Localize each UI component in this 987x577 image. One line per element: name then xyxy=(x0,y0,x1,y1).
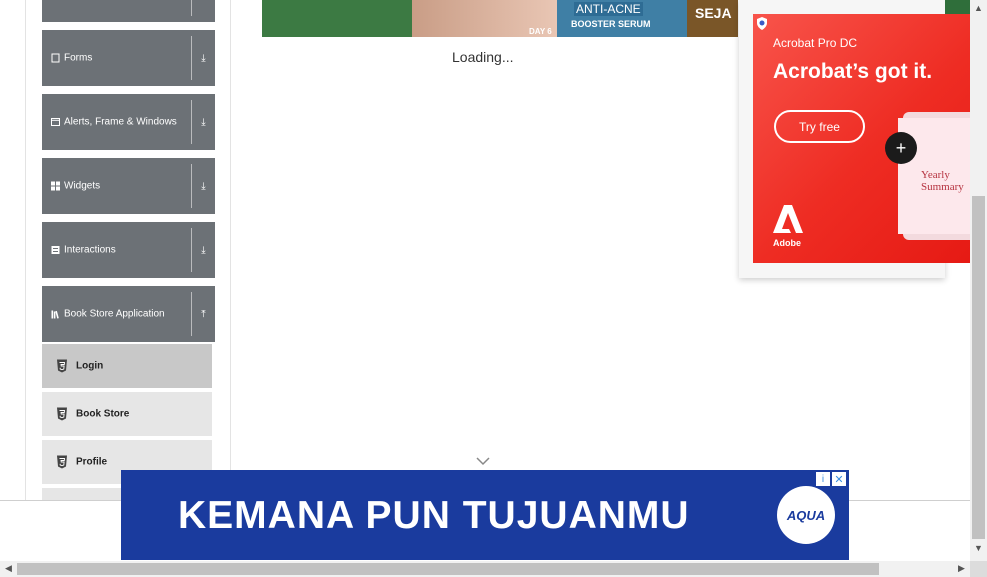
scroll-right-icon[interactable]: ▶ xyxy=(958,563,965,574)
expand-icon[interactable]: ⤓ xyxy=(192,158,215,214)
sidebar-group-label: Interactions xyxy=(64,244,116,256)
shield-icon xyxy=(757,17,767,30)
ad-headline: Acrobat’s got it. xyxy=(773,60,933,83)
sidebar-group-label: Widgets xyxy=(64,180,101,192)
banner-text: ANTI-ACNE xyxy=(574,2,643,16)
sidebar-group-label: Forms xyxy=(64,52,93,64)
horizontal-scrollbar[interactable]: ◀ ▶ xyxy=(0,561,970,577)
chevron-down-icon[interactable] xyxy=(476,456,490,466)
aqua-logo: AQUA xyxy=(777,486,835,544)
try-free-button[interactable]: Try free xyxy=(774,110,865,143)
loading-text: Loading... xyxy=(452,49,514,65)
scrollbar-thumb[interactable] xyxy=(17,563,879,575)
sidebar-item-label: Login xyxy=(76,360,104,372)
expand-icon[interactable]: ⤓ xyxy=(192,94,215,150)
banner-text: SEJA xyxy=(695,5,732,21)
html5-icon xyxy=(57,359,67,373)
sidebar-group-forms[interactable]: Forms ⤓ xyxy=(42,30,215,86)
sidebar-group-label: Book Store Application xyxy=(64,308,165,320)
ad-product-name: Acrobat Pro DC xyxy=(773,36,858,50)
collapse-icon[interactable]: ⤒ xyxy=(192,286,215,342)
form-icon xyxy=(51,53,60,63)
sidebar-item-label: Book Store xyxy=(76,408,130,420)
expand-plus-button[interactable]: + xyxy=(885,132,917,164)
html5-icon xyxy=(57,455,67,469)
scroll-down-icon[interactable]: ▼ xyxy=(974,543,983,553)
adobe-logo-icon xyxy=(773,205,803,233)
sidebar-group-elements[interactable]: ⤓ xyxy=(42,0,215,22)
aqua-banner-ad[interactable]: KEMANA PUN TUJUANMU AQUA i ✕ xyxy=(121,470,849,560)
banner-brand-panel xyxy=(262,0,412,37)
top-banner-ad[interactable]: DAY 6 ANTI-ACNE BOOSTER SERUM SEJA xyxy=(262,0,738,37)
book-icon xyxy=(51,310,59,319)
expand-icon[interactable]: ⤓ xyxy=(192,0,215,22)
sidebar-group-label: Alerts, Frame & Windows xyxy=(64,116,177,128)
vertical-scrollbar[interactable]: ▲ ▼ xyxy=(970,0,987,561)
close-icon[interactable]: ✕ xyxy=(832,472,846,486)
acrobat-ad[interactable]: Acrobat Pro DC Acrobat’s got it. Try fre… xyxy=(753,14,970,263)
sidebar-group-widgets[interactable]: Widgets ⤓ xyxy=(42,158,215,214)
grid-icon xyxy=(51,181,60,191)
ad-strip xyxy=(945,0,970,14)
sidebar-item-label: Profile xyxy=(76,456,108,468)
expand-icon[interactable]: ⤓ xyxy=(192,30,215,86)
ad-info-icon[interactable]: i xyxy=(816,472,830,486)
window-icon xyxy=(51,118,60,126)
scrollbar-thumb[interactable] xyxy=(972,196,985,539)
scroll-left-icon[interactable]: ◀ xyxy=(5,563,12,574)
sidebar-group-book-store-application[interactable]: Book Store Application ⤒ xyxy=(42,286,215,342)
ad-headline: KEMANA PUN TUJUANMU xyxy=(178,494,690,537)
list-icon xyxy=(51,246,60,254)
banner-text: BOOSTER SERUM xyxy=(571,19,651,29)
adobe-brand: Adobe xyxy=(773,238,801,248)
scroll-up-icon[interactable]: ▲ xyxy=(974,3,983,13)
sidebar-item-login[interactable]: Login xyxy=(42,342,212,388)
scrollbar-corner xyxy=(970,561,987,577)
expand-icon[interactable]: ⤓ xyxy=(192,222,215,278)
sidebar-group-alerts[interactable]: Alerts, Frame & Windows ⤓ xyxy=(42,94,215,150)
sidebar-item-book-store[interactable]: Book Store xyxy=(42,390,212,436)
sidebar-group-interactions[interactable]: Interactions ⤓ xyxy=(42,222,215,278)
screen-text: Yearly Summary xyxy=(921,169,964,193)
html5-icon xyxy=(57,407,67,421)
banner-day-label: DAY 6 xyxy=(529,27,552,36)
